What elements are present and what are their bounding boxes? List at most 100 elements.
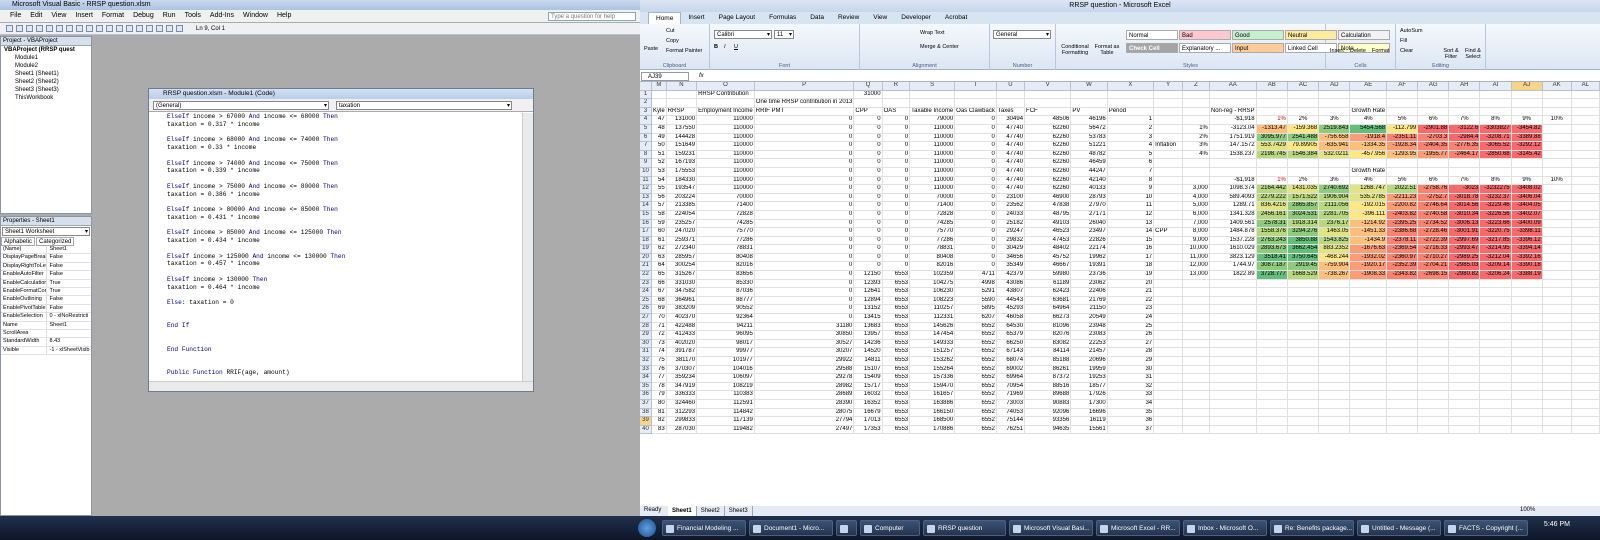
cell[interactable]: 312293: [666, 408, 698, 418]
row-header[interactable]: 26: [640, 304, 652, 315]
cell[interactable]: [1209, 382, 1257, 392]
cell[interactable]: 26: [1107, 330, 1155, 340]
autosum-button[interactable]: AutoSum: [1400, 28, 1423, 34]
cell[interactable]: 0: [853, 193, 883, 203]
cell[interactable]: [1182, 347, 1210, 357]
cell[interactable]: -3402.07: [1511, 210, 1543, 220]
cell[interactable]: 65379: [996, 330, 1026, 340]
cell[interactable]: 203224: [666, 193, 698, 203]
cell[interactable]: 324460: [666, 399, 698, 409]
cell[interactable]: 96095: [696, 330, 755, 340]
cell[interactable]: 1906.904: [1318, 193, 1351, 203]
cell[interactable]: 0: [954, 253, 997, 263]
cell[interactable]: 27794: [754, 416, 855, 426]
taskbar-item[interactable]: Financial Modeling ...: [662, 520, 746, 536]
cell[interactable]: 0: [882, 244, 911, 254]
cell[interactable]: 287030: [666, 425, 698, 435]
cell[interactable]: 64530: [996, 322, 1026, 332]
cell[interactable]: -3209.14: [1479, 261, 1512, 272]
cell[interactable]: 1409.561: [1209, 219, 1257, 229]
cell[interactable]: [1417, 296, 1450, 306]
cell[interactable]: 1%: [1182, 124, 1210, 134]
cell[interactable]: -2752.7: [1417, 193, 1450, 203]
cell[interactable]: 29922: [754, 356, 855, 366]
cell[interactable]: 6552: [954, 356, 997, 366]
cell[interactable]: 47740: [996, 133, 1026, 143]
cell[interactable]: -1932.02: [1349, 253, 1388, 263]
cell[interactable]: [1417, 339, 1450, 349]
cell[interactable]: [1417, 313, 1450, 323]
row-header[interactable]: 23: [640, 279, 652, 289]
row-header[interactable]: 31: [640, 347, 652, 357]
cell[interactable]: [1318, 330, 1351, 340]
cell[interactable]: [1287, 356, 1320, 366]
cell[interactable]: -3232.37: [1479, 193, 1512, 203]
cell[interactable]: 4%: [1349, 115, 1388, 125]
cell[interactable]: 46196: [1070, 115, 1108, 125]
cell[interactable]: [1479, 330, 1512, 340]
cell[interactable]: -2984.4: [1448, 133, 1481, 143]
cell[interactable]: -3400.09: [1511, 219, 1543, 229]
cell[interactable]: [1209, 365, 1257, 375]
cell[interactable]: 71969: [996, 390, 1026, 400]
property-row[interactable]: ScrollArea: [1, 330, 91, 339]
find-select-button[interactable]: Find & Select: [1462, 48, 1484, 60]
cell[interactable]: 3: [1107, 133, 1155, 143]
cell[interactable]: 74053: [996, 408, 1026, 418]
cell[interactable]: 3850.88: [1287, 236, 1320, 246]
cell[interactable]: [651, 90, 667, 100]
cell[interactable]: [1349, 304, 1388, 315]
property-value[interactable]: True: [47, 288, 91, 295]
cell[interactable]: 63681: [1024, 296, 1072, 306]
cell[interactable]: 75770: [696, 227, 755, 237]
cell[interactable]: [1256, 365, 1288, 375]
delete-cells-button[interactable]: Delete: [1350, 48, 1366, 54]
cell[interactable]: [1182, 90, 1210, 100]
cell[interactable]: [1182, 176, 1210, 186]
cell[interactable]: 0: [754, 227, 855, 237]
cell[interactable]: [1542, 279, 1572, 289]
cell[interactable]: 23948: [1070, 322, 1108, 332]
column-header[interactable]: AD: [1318, 82, 1351, 91]
cell[interactable]: 29588: [754, 365, 855, 375]
cell[interactable]: 67143: [996, 347, 1026, 357]
cell[interactable]: [1479, 304, 1512, 315]
cell[interactable]: [1287, 390, 1320, 400]
cell[interactable]: 6553: [882, 287, 911, 297]
column-header[interactable]: P: [754, 82, 855, 91]
cell[interactable]: 3294.276: [1287, 227, 1320, 237]
cell[interactable]: 81096: [1024, 322, 1072, 332]
insert-cells-button[interactable]: Insert: [1330, 48, 1344, 54]
cell[interactable]: 46523: [1024, 227, 1072, 237]
cell[interactable]: [1318, 373, 1351, 383]
cell[interactable]: 20696: [1070, 356, 1108, 366]
cell[interactable]: 2456.161: [1256, 210, 1288, 220]
cell[interactable]: -2369.54: [1386, 244, 1419, 254]
cell[interactable]: 17353: [853, 425, 883, 435]
cell[interactable]: 36: [1107, 416, 1155, 426]
cell[interactable]: 48506: [1024, 115, 1072, 125]
cell[interactable]: [1349, 98, 1388, 108]
cell[interactable]: 49: [651, 133, 667, 143]
cell[interactable]: [1209, 167, 1257, 177]
cell[interactable]: [1511, 287, 1543, 297]
cell[interactable]: 28982: [754, 382, 855, 392]
cell[interactable]: 13683: [853, 322, 883, 332]
cell[interactable]: 47740: [996, 141, 1026, 151]
cell[interactable]: [1153, 382, 1184, 392]
cell[interactable]: 0: [954, 184, 997, 194]
cell[interactable]: 0: [954, 193, 997, 203]
cell[interactable]: [1182, 167, 1210, 177]
column-header[interactable]: AG: [1417, 82, 1450, 91]
cell[interactable]: -2395.25: [1386, 219, 1419, 229]
cell[interactable]: 0: [954, 244, 997, 254]
cell[interactable]: [1287, 287, 1320, 297]
cell[interactable]: 0: [853, 244, 883, 254]
cell[interactable]: 17: [1107, 253, 1155, 263]
property-value[interactable]: True: [47, 280, 91, 287]
cell[interactable]: 6553: [882, 382, 911, 392]
cell[interactable]: 0: [853, 176, 883, 186]
row-header[interactable]: 5: [640, 124, 652, 134]
find-icon[interactable]: [66, 25, 73, 32]
cell[interactable]: 61189: [1024, 279, 1072, 289]
